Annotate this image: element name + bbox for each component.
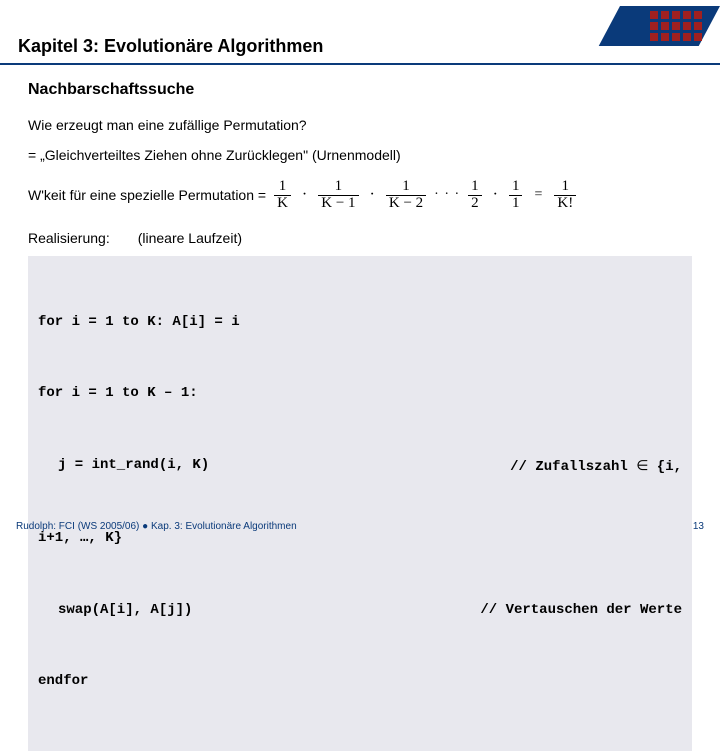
multiply-dot: · <box>490 186 501 204</box>
footer-left: Rudolph: FCI (WS 2005/06) ● Kap. 3: Evol… <box>16 521 297 532</box>
multiply-dot: · <box>367 186 378 204</box>
code-comment: // Zufallszahl ∈ {i, <box>510 454 682 480</box>
realization-label: Realisierung: <box>28 230 110 246</box>
code-line: endfor <box>38 670 682 694</box>
fraction: 1 K − 1 <box>318 179 358 212</box>
definition-text: = „Gleichverteiltes Ziehen ohne Zurückle… <box>28 147 692 163</box>
fraction-result: 1 K! <box>554 179 576 212</box>
fraction: 1 1 <box>509 179 523 212</box>
code-comment: // Vertauschen der Werte <box>480 599 682 623</box>
code-line: j = int_rand(i, K) // Zufallszahl ∈ {i, <box>38 454 682 480</box>
equals-sign: = <box>530 187 546 203</box>
page-number: 13 <box>693 521 704 532</box>
code-line: for i = 1 to K – 1: <box>38 382 682 406</box>
section-title: Nachbarschaftssuche <box>28 81 692 99</box>
chapter-title: Kapitel 3: Evolutionäre Algorithmen <box>18 36 702 57</box>
probability-label: W'keit für eine spezielle Permutation = <box>28 187 266 203</box>
slide-body: Nachbarschaftssuche Wie erzeugt man eine… <box>0 65 720 751</box>
code-line: swap(A[i], A[j]) // Vertauschen der Wert… <box>38 599 682 623</box>
code-line: for i = 1 to K: A[i] = i <box>38 311 682 335</box>
fraction: 1 K − 2 <box>386 179 426 212</box>
fraction: 1 2 <box>468 179 482 212</box>
slide-footer: Rudolph: FCI (WS 2005/06) ● Kap. 3: Evol… <box>16 521 704 532</box>
fraction: 1 K <box>274 179 291 212</box>
corner-decoration <box>620 6 720 60</box>
question-text: Wie erzeugt man eine zufällige Permutati… <box>28 117 692 133</box>
realization-note: (lineare Laufzeit) <box>138 230 242 246</box>
ellipsis: · · · <box>434 187 460 203</box>
code-block: for i = 1 to K: A[i] = i for i = 1 to K … <box>28 256 692 751</box>
probability-row: W'keit für eine spezielle Permutation = … <box>28 179 692 212</box>
multiply-dot: · <box>299 186 310 204</box>
realization-row: Realisierung: (lineare Laufzeit) <box>28 230 692 246</box>
